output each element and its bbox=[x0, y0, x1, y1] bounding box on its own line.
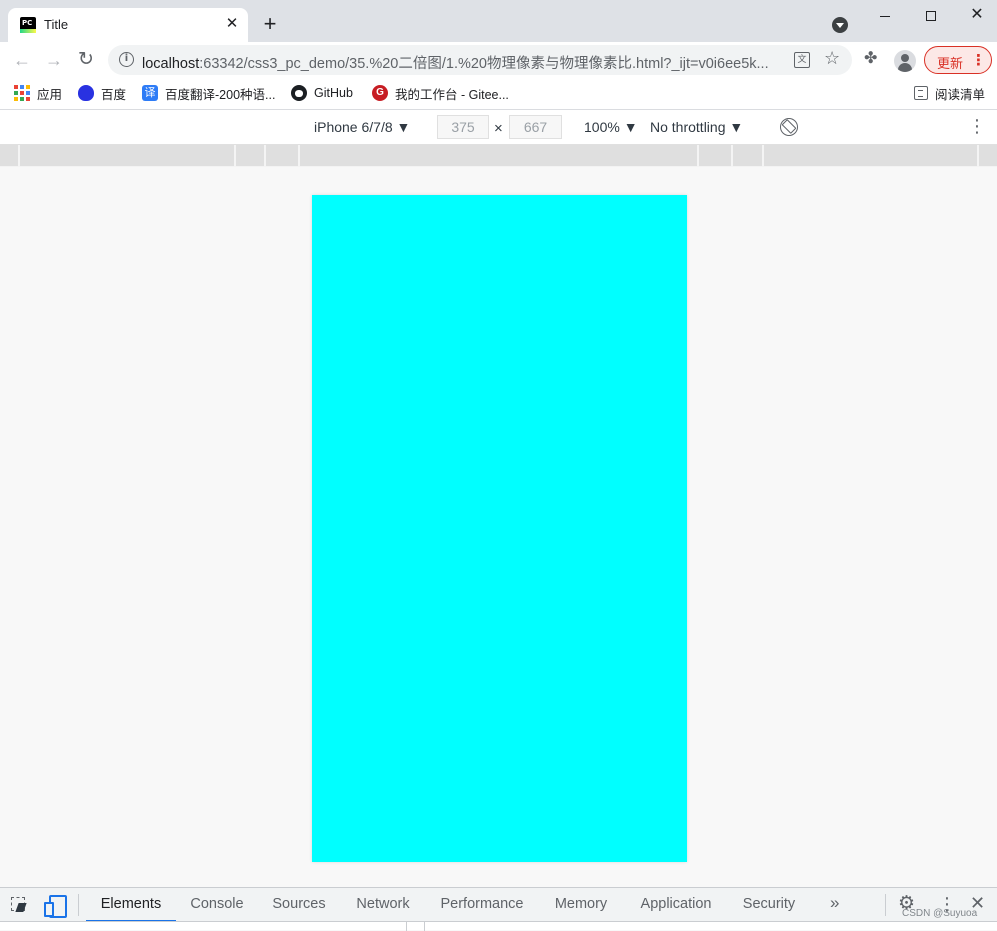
device-toolbar-more-icon[interactable]: ⋮ bbox=[968, 116, 986, 137]
tab-search-icon[interactable] bbox=[832, 17, 848, 33]
maximize-button[interactable] bbox=[908, 0, 954, 30]
bookmark-star-icon[interactable]: ☆ bbox=[824, 48, 840, 69]
gitee-icon: G bbox=[372, 85, 388, 101]
update-button[interactable]: 更新 ⋮ bbox=[924, 46, 992, 74]
viewport-height-input[interactable]: 667 bbox=[509, 115, 562, 139]
tab-close-icon[interactable]: ✕ bbox=[222, 14, 242, 34]
throttling-select[interactable]: No throttling ▼ bbox=[650, 119, 743, 135]
browser-menu-icon: ⋮ bbox=[971, 52, 986, 69]
tab-console[interactable]: Console bbox=[180, 888, 254, 922]
minimize-icon bbox=[880, 15, 890, 17]
address-bar[interactable]: i localhost:63342/css3_pc_demo/35.%20二倍图… bbox=[108, 45, 852, 75]
bookmark-github[interactable]: GitHub bbox=[291, 78, 353, 108]
github-icon bbox=[291, 85, 307, 101]
url-path: :63342/css3_pc_demo/35.%20二倍图/1.%20物理像素与… bbox=[199, 56, 769, 72]
devtools-panel bbox=[0, 921, 997, 931]
url-text[interactable]: localhost:63342/css3_pc_demo/35.%20二倍图/1… bbox=[142, 52, 782, 73]
divider bbox=[78, 894, 79, 916]
baidu-paw-icon bbox=[78, 85, 94, 101]
translate-icon[interactable]: 文 bbox=[794, 52, 810, 68]
viewport-width-input[interactable]: 375 bbox=[437, 115, 489, 139]
bookmark-gitee[interactable]: G 我的工作台 - Gitee... bbox=[372, 78, 509, 108]
bookmark-label: 我的工作台 - Gitee... bbox=[395, 87, 509, 102]
apps-grid-icon bbox=[14, 85, 30, 101]
divider bbox=[885, 894, 886, 916]
bookmarks-bar: 应用 百度 译 百度翻译-200种语... GitHub G 我的工作台 - G… bbox=[0, 78, 997, 110]
media-query-bar[interactable] bbox=[0, 145, 997, 167]
minimize-button[interactable] bbox=[862, 0, 908, 30]
bookmark-label: 百度 bbox=[101, 87, 127, 102]
new-tab-button[interactable]: + bbox=[258, 13, 282, 37]
zoom-select[interactable]: 100% ▼ bbox=[584, 119, 638, 135]
pycharm-favicon-icon: PC bbox=[20, 17, 36, 33]
extensions-puzzle-icon[interactable]: ✤ bbox=[864, 50, 882, 68]
window-close-button[interactable]: ✕ bbox=[954, 0, 997, 30]
profile-avatar-icon[interactable] bbox=[894, 50, 916, 72]
inspect-element-icon[interactable] bbox=[10, 896, 28, 914]
tab-strip: PC Title ✕ + ✕ bbox=[0, 0, 997, 42]
bookmark-label: 应用 bbox=[37, 87, 63, 102]
reading-list-button[interactable]: 阅读清单 bbox=[914, 78, 985, 108]
update-button-label: 更新 bbox=[937, 56, 964, 71]
site-info-icon[interactable]: i bbox=[119, 52, 134, 67]
back-button[interactable]: ← bbox=[8, 46, 36, 74]
device-toolbar: iPhone 6/7/8 ▼ 375 × 667 100% ▼ No throt… bbox=[0, 110, 997, 145]
emulated-page[interactable] bbox=[312, 195, 687, 862]
device-select[interactable]: iPhone 6/7/8 ▼ bbox=[314, 119, 410, 135]
tab-security[interactable]: Security bbox=[734, 888, 804, 922]
bookmark-baidu-fanyi[interactable]: 译 百度翻译-200种语... bbox=[142, 78, 275, 108]
url-host: localhost bbox=[142, 56, 200, 72]
reading-list-icon bbox=[914, 86, 928, 100]
browser-tab[interactable]: PC Title ✕ bbox=[8, 8, 248, 42]
tab-performance[interactable]: Performance bbox=[432, 888, 532, 922]
more-tabs-icon[interactable]: » bbox=[830, 893, 839, 913]
tab-sources[interactable]: Sources bbox=[262, 888, 336, 922]
dimension-separator: × bbox=[494, 120, 503, 137]
device-toggle-icon[interactable] bbox=[44, 895, 67, 918]
fanyi-icon: 译 bbox=[142, 85, 158, 101]
rotate-icon[interactable] bbox=[780, 118, 798, 136]
forward-button[interactable]: → bbox=[40, 46, 68, 74]
tab-elements[interactable]: Elements bbox=[86, 888, 176, 922]
bookmark-baidu[interactable]: 百度 bbox=[78, 78, 126, 108]
bookmark-apps[interactable]: 应用 bbox=[14, 78, 62, 108]
watermark-text: CSDN @Suyuoa bbox=[902, 908, 978, 919]
bookmark-label: 阅读清单 bbox=[935, 87, 986, 102]
tab-application[interactable]: Application bbox=[628, 888, 724, 922]
maximize-icon bbox=[926, 11, 936, 22]
bookmark-label: 百度翻译-200种语... bbox=[165, 87, 276, 102]
tab-title: Title bbox=[44, 17, 69, 32]
tab-network[interactable]: Network bbox=[344, 888, 422, 922]
bookmark-label: GitHub bbox=[314, 86, 353, 100]
browser-toolbar: ← → ↻ i localhost:63342/css3_pc_demo/35.… bbox=[0, 42, 997, 78]
tab-memory[interactable]: Memory bbox=[544, 888, 618, 922]
reload-button[interactable]: ↻ bbox=[72, 46, 100, 74]
